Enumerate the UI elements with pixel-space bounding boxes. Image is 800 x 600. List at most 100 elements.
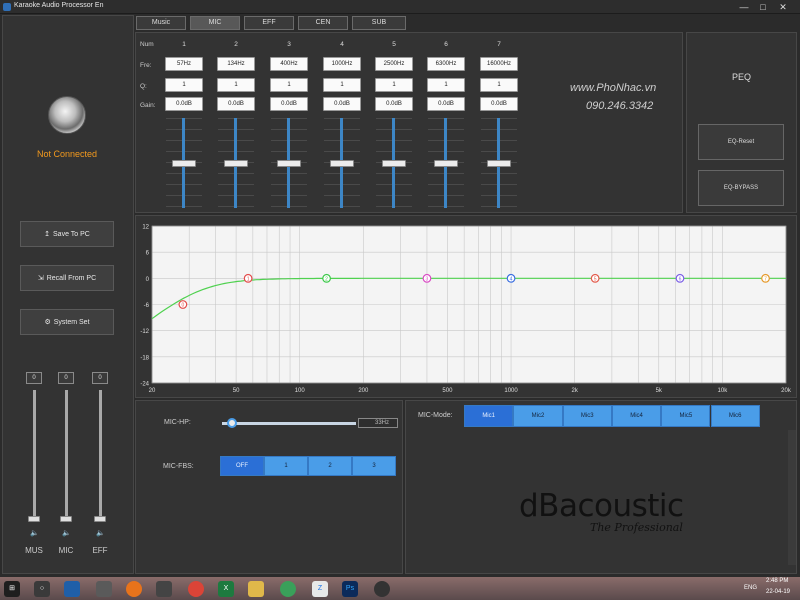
firefox-icon[interactable] <box>126 581 142 597</box>
eq-bypass-button[interactable]: EQ-BYPASS <box>698 170 784 206</box>
app-taskbar-icon[interactable] <box>96 581 112 597</box>
clock-time[interactable]: 2:48 PM <box>766 578 788 584</box>
fbs-option-2[interactable]: 2 <box>308 456 352 476</box>
app-icon <box>3 3 11 11</box>
mic-mode-mic1[interactable]: Mic1 <box>464 405 514 427</box>
fader-mus-value[interactable]: 0 <box>26 372 42 384</box>
band-q-field[interactable]: 1 <box>323 78 361 92</box>
band-freq-field[interactable]: 134Hz <box>217 57 255 71</box>
band-gain-field[interactable]: 0.0dB <box>165 97 203 111</box>
eq-response-graph[interactable]: 12 6 0 -6 -12 -18 -24 20 50 100 200 500 1000 2k 5k 10k 2… <box>135 215 797 398</box>
band-q-field[interactable]: 1 <box>217 78 255 92</box>
app-taskbar-icon[interactable] <box>374 581 390 597</box>
band-gain-fader[interactable] <box>166 118 202 208</box>
eq-reset-button[interactable]: EQ-Reset <box>698 124 784 160</box>
fader-mus-thumb[interactable] <box>28 516 40 522</box>
band-q-field[interactable]: 1 <box>480 78 518 92</box>
fader-eff-track[interactable] <box>99 390 102 522</box>
band-q-field[interactable]: 1 <box>427 78 465 92</box>
mic-mode-mic6[interactable]: Mic6 <box>710 405 760 427</box>
band-freq-field[interactable]: 16000Hz <box>480 57 518 71</box>
maximize-button[interactable]: □ <box>756 1 770 13</box>
mic-fbs-label: MIC-FBS: <box>163 463 194 470</box>
tab-cen[interactable]: CEN <box>298 16 348 30</box>
mic-mode-mic3[interactable]: Mic3 <box>562 405 612 427</box>
fader-eff-label: EFF <box>92 546 108 555</box>
band-q-field[interactable]: 1 <box>270 78 308 92</box>
mic-hp-track[interactable] <box>222 422 356 425</box>
tab-sub[interactable]: SUB <box>352 16 406 30</box>
y-tick-label: 0 <box>146 277 150 283</box>
band-freq-field[interactable]: 400Hz <box>270 57 308 71</box>
vertical-scrollbar[interactable] <box>788 430 796 565</box>
fader-thumb[interactable] <box>172 160 196 167</box>
language-indicator[interactable]: ENG <box>744 585 757 591</box>
folder-icon[interactable] <box>248 581 264 597</box>
band-gain-field[interactable]: 0.0dB <box>270 97 308 111</box>
band-gain-fader[interactable] <box>376 118 412 208</box>
fader-thumb[interactable] <box>277 160 301 167</box>
y-tick-label: 12 <box>142 225 149 231</box>
band-gain-fader[interactable] <box>324 118 360 208</box>
mic-mode-mic5[interactable]: Mic5 <box>661 405 711 427</box>
close-button[interactable]: ✕ <box>776 1 790 13</box>
band-gain-field[interactable]: 0.0dB <box>375 97 413 111</box>
fader-mic-track[interactable] <box>65 390 68 522</box>
band-gain-field[interactable]: 0.0dB <box>217 97 255 111</box>
mic-mode-mic4[interactable]: Mic4 <box>611 405 662 427</box>
fader-thumb[interactable] <box>382 160 406 167</box>
mic-hp-slider-thumb[interactable] <box>227 418 237 428</box>
tab-eff[interactable]: EFF <box>244 16 294 30</box>
fader-thumb[interactable] <box>434 160 458 167</box>
excel-icon[interactable]: X <box>218 581 234 597</box>
band-gain-fader[interactable] <box>218 118 254 208</box>
chrome-icon[interactable] <box>188 581 204 597</box>
recall-from-pc-button[interactable]: ⇲ Recall From PC <box>20 265 114 291</box>
fbs-option-1[interactable]: 1 <box>264 456 308 476</box>
fader-thumb[interactable] <box>224 160 248 167</box>
band-q-field[interactable]: 1 <box>375 78 413 92</box>
mic-mode-mic2[interactable]: Mic2 <box>513 405 563 427</box>
band-gain-field[interactable]: 0.0dB <box>323 97 361 111</box>
fader-mus-track[interactable] <box>33 390 36 522</box>
zalo-icon[interactable]: Z <box>312 581 328 597</box>
fader-thumb[interactable] <box>330 160 354 167</box>
minimize-button[interactable]: — <box>737 1 751 13</box>
band-gain-fader[interactable] <box>481 118 517 208</box>
band-freq-field[interactable]: 57Hz <box>165 57 203 71</box>
band-number: 6 <box>444 41 448 48</box>
connect-knob[interactable] <box>48 96 86 134</box>
fbs-option-off[interactable]: OFF <box>220 456 264 476</box>
fader-eff-thumb[interactable] <box>94 516 106 522</box>
app-taskbar-icon[interactable] <box>64 581 80 597</box>
fader-mic-value[interactable]: 0 <box>58 372 74 384</box>
start-button[interactable]: ⊞ <box>4 581 20 597</box>
app-taskbar-icon[interactable] <box>156 581 172 597</box>
speaker-icon: 🔈 <box>62 530 71 537</box>
band-freq-field[interactable]: 6300Hz <box>427 57 465 71</box>
fader-eff-value[interactable]: 0 <box>92 372 108 384</box>
fader-thumb[interactable] <box>487 160 511 167</box>
mic-hp-value[interactable]: 33Hz <box>358 418 398 428</box>
band-gain-field[interactable]: 0.0dB <box>480 97 518 111</box>
save-to-pc-button[interactable]: ↥ Save To PC <box>20 221 114 247</box>
band-q-field[interactable]: 1 <box>165 78 203 92</box>
recall-from-pc-label: Recall From PC <box>46 274 97 282</box>
fbs-option-3[interactable]: 3 <box>352 456 396 476</box>
photoshop-icon[interactable]: Ps <box>342 581 358 597</box>
fader-mic-thumb[interactable] <box>60 516 72 522</box>
band-number: 4 <box>340 41 344 48</box>
band-freq-field[interactable]: 1000Hz <box>323 57 361 71</box>
band-gain-field[interactable]: 0.0dB <box>427 97 465 111</box>
band-freq-field[interactable]: 2500Hz <box>375 57 413 71</box>
tab-mic[interactable]: MIC <box>190 16 240 30</box>
search-icon[interactable]: ○ <box>34 581 50 597</box>
band-gain-fader[interactable] <box>428 118 464 208</box>
import-icon: ⇲ <box>37 275 44 282</box>
system-set-button[interactable]: ⚙ System Set <box>20 309 114 335</box>
chrome-icon[interactable] <box>280 581 296 597</box>
clock-date[interactable]: 22-04-19 <box>766 589 790 595</box>
band-gain-fader[interactable] <box>271 118 307 208</box>
eq-band-point-label: 7 <box>764 276 767 282</box>
tab-music[interactable]: Music <box>136 16 186 30</box>
